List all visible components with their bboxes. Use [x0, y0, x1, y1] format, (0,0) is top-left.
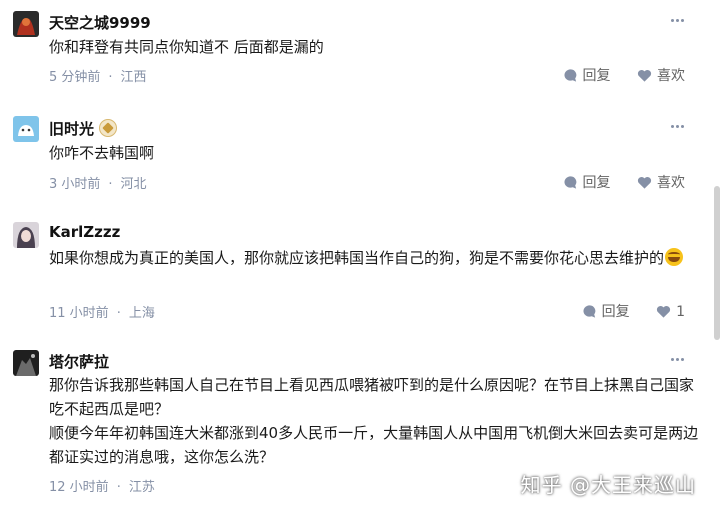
separator: · — [108, 70, 113, 85]
heart-icon — [656, 305, 671, 318]
reply-label: 回复 — [582, 68, 611, 84]
scrollbar[interactable] — [714, 186, 720, 340]
comment-time: 5 分钟前 — [49, 70, 101, 85]
reply-label: 回复 — [582, 175, 611, 191]
username[interactable]: 旧时光 — [49, 118, 118, 139]
comment-meta: 3 小时前 · 河北 — [49, 173, 147, 192]
member-badge-icon — [99, 119, 118, 137]
separator: · — [116, 480, 121, 495]
comment-time: 11 小时前 — [49, 306, 109, 321]
like-button[interactable]: 1 — [656, 304, 685, 320]
comment-text: 你咋不去韩国啊 — [49, 144, 155, 162]
comment-location: 江西 — [120, 70, 147, 85]
avatar[interactable] — [13, 11, 39, 37]
like-button[interactable]: 喜欢 — [637, 65, 685, 85]
separator: · — [116, 306, 121, 321]
comment-text: 如果你想成为真正的美国人，那你就应该把韩国当作自己的狗，狗是不需要你花心思去维护… — [49, 246, 699, 270]
like-button[interactable]: 喜欢 — [637, 172, 685, 192]
heart-icon — [637, 69, 652, 82]
reply-icon — [564, 69, 576, 82]
comment-meta: 5 分钟前 · 江西 — [49, 66, 147, 85]
laughing-emoji-icon — [665, 248, 684, 266]
comment-location: 上海 — [128, 306, 155, 321]
username[interactable]: KarlZzzz — [49, 223, 120, 241]
comment-actions: 回复 喜欢 — [541, 65, 685, 85]
comment-time: 3 小时前 — [49, 177, 101, 192]
avatar[interactable] — [13, 222, 39, 248]
reply-label: 回复 — [601, 304, 630, 320]
like-count: 1 — [676, 304, 685, 320]
comment-text-content: 如果你想成为真正的美国人，那你就应该把韩国当作自己的狗，狗是不需要你花心思去维护… — [49, 249, 665, 267]
comment-time: 12 小时前 — [49, 480, 109, 495]
like-label: 喜欢 — [657, 68, 685, 84]
comment-location: 河北 — [120, 177, 147, 192]
comment-meta: 12 小时前 · 江苏 — [49, 476, 155, 495]
avatar[interactable] — [13, 350, 39, 376]
username-text: 旧时光 — [49, 120, 95, 138]
username[interactable]: 天空之城9999 — [49, 12, 151, 33]
comment-text: 那你告诉我那些韩国人自己在节目上看见西瓜喂猪被吓到的是什么原因呢？在节目上抹黑自… — [49, 376, 699, 466]
watermark: 知乎 @大王来巡山 — [520, 473, 696, 497]
reply-button[interactable]: 回复 — [563, 65, 611, 85]
like-label: 喜欢 — [657, 175, 685, 191]
more-options-icon[interactable] — [671, 125, 685, 129]
comment-text: 你和拜登有共同点你知道不 后面都是漏的 — [49, 38, 324, 56]
heart-icon — [637, 176, 652, 189]
reply-icon — [564, 176, 576, 189]
more-options-icon[interactable] — [671, 358, 685, 362]
comment-meta: 11 小时前 · 上海 — [49, 302, 155, 321]
comment-actions: 回复 喜欢 — [541, 172, 685, 192]
reply-button[interactable]: 回复 — [563, 172, 611, 192]
more-options-icon[interactable] — [671, 19, 685, 23]
reply-icon — [583, 305, 595, 318]
comment-location: 江苏 — [128, 480, 155, 495]
reply-button[interactable]: 回复 — [582, 301, 630, 321]
avatar[interactable] — [13, 116, 39, 142]
separator: · — [108, 177, 113, 192]
username[interactable]: 塔尔萨拉 — [49, 351, 109, 372]
comment-actions: 回复 1 — [560, 301, 685, 321]
